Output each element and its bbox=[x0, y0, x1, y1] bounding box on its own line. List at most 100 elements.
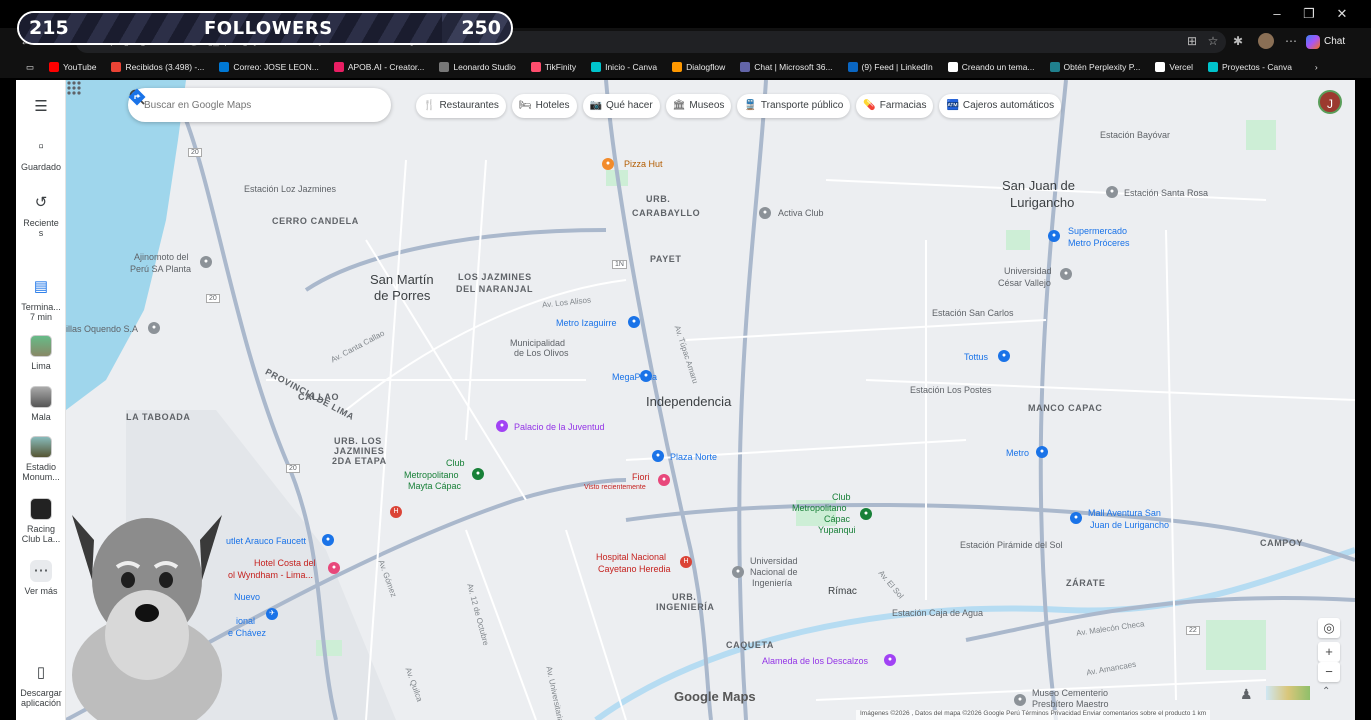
bookmark-item[interactable]: Dialogflow bbox=[672, 62, 734, 72]
poi-label[interactable]: Estación Pirámide del Sol bbox=[960, 540, 1063, 550]
poi-label[interactable]: Club bbox=[832, 492, 851, 502]
museum-pin-icon[interactable]: ● bbox=[1014, 694, 1026, 706]
shop-pin-icon[interactable]: ● bbox=[628, 316, 640, 328]
shop-pin-icon[interactable]: ● bbox=[998, 350, 1010, 362]
bookmark-item[interactable]: YouTube bbox=[49, 62, 105, 72]
poi-label[interactable]: Perú SA Planta bbox=[130, 264, 191, 274]
restore-icon[interactable]: ❐ bbox=[1294, 4, 1324, 24]
poi-label[interactable]: Universidad bbox=[1004, 266, 1052, 276]
poi-label[interactable]: Cayetano Heredia bbox=[598, 564, 671, 574]
poi-label[interactable]: Metropolitano bbox=[792, 503, 847, 513]
poi-label[interactable]: Mall Aventura San bbox=[1088, 508, 1161, 518]
profile-avatar-icon[interactable] bbox=[1258, 33, 1274, 49]
bookmark-item[interactable]: Creando un tema... bbox=[947, 62, 1044, 72]
install-app-icon[interactable]: ⊞ bbox=[1184, 33, 1200, 49]
factory-pin-icon[interactable]: ● bbox=[148, 322, 160, 334]
factory-pin-icon[interactable]: ● bbox=[200, 256, 212, 268]
poi-label[interactable]: Juan de Lurigancho bbox=[1090, 520, 1169, 530]
bookmark-item[interactable]: APOB.AI - Creator... bbox=[333, 62, 434, 72]
poi-label[interactable]: ional bbox=[236, 616, 255, 626]
reading-list-icon[interactable]: ▭ bbox=[26, 62, 43, 73]
bookmark-item[interactable]: TikFinity bbox=[530, 62, 585, 72]
rail-item-terminal[interactable]: ▤ Termina... 7 min bbox=[16, 276, 66, 322]
shop-pin-icon[interactable]: ● bbox=[1048, 230, 1060, 242]
landmark-pin-icon[interactable]: ● bbox=[884, 654, 896, 666]
rail-item-download[interactable]: ▯ Descargar aplicación bbox=[16, 662, 66, 708]
rail-item-racing[interactable]: Racing Club La... bbox=[16, 498, 66, 544]
poi-label[interactable]: Activa Club bbox=[778, 208, 824, 218]
category-chip[interactable]: 🏛 Museos bbox=[665, 94, 732, 118]
poi-label[interactable]: Metro Izaguirre bbox=[556, 318, 617, 328]
poi-label[interactable]: Estación Santa Rosa bbox=[1124, 188, 1208, 198]
poi-label[interactable]: Club bbox=[446, 458, 465, 468]
poi-label[interactable]: Tottus bbox=[964, 352, 988, 362]
pegman-icon[interactable]: ♟ bbox=[1240, 686, 1253, 703]
gym-pin-icon[interactable]: ● bbox=[759, 207, 771, 219]
shop-pin-icon[interactable]: ● bbox=[322, 534, 334, 546]
bookmark-item[interactable]: Chat | Microsoft 36... bbox=[740, 62, 841, 72]
account-avatar[interactable]: J bbox=[1318, 90, 1342, 114]
poi-label[interactable]: Alameda de los Descalzos bbox=[762, 656, 868, 666]
rail-item-recent[interactable]: ↺ Reciente s bbox=[16, 192, 66, 238]
university-pin-icon[interactable]: ● bbox=[732, 566, 744, 578]
airport-pin-icon[interactable]: ✈ bbox=[266, 608, 278, 620]
map-canvas[interactable]: 🍴Restaurantes🛏Hoteles📷Qué hacer🏛Museos🚆T… bbox=[66, 80, 1355, 720]
hospital-pin-icon[interactable]: H bbox=[390, 506, 402, 518]
minimize-icon[interactable]: – bbox=[1262, 4, 1292, 24]
poi-label[interactable]: Nuevo bbox=[234, 592, 260, 602]
rail-item-saved[interactable]: ▫ Guardado bbox=[16, 136, 66, 172]
poi-label[interactable]: Metropolitano bbox=[404, 470, 459, 480]
layers-thumbnail[interactable] bbox=[1266, 686, 1310, 700]
poi-label[interactable]: Metro bbox=[1006, 448, 1029, 458]
poi-label[interactable]: Estación Caja de Agua bbox=[892, 608, 983, 618]
poi-label[interactable]: Estación Los Postes bbox=[910, 385, 992, 395]
poi-label[interactable]: Palacio de la Juventud bbox=[514, 422, 605, 432]
rail-item-lima[interactable]: Lima bbox=[16, 335, 66, 371]
restaurant-pin-icon[interactable]: ● bbox=[602, 158, 614, 170]
poi-label[interactable]: César Vallejo bbox=[998, 278, 1051, 288]
rail-item-estadio[interactable]: Estadio Monum... bbox=[16, 436, 66, 482]
shop-pin-icon[interactable]: ● bbox=[1070, 512, 1082, 524]
bookmark-item[interactable]: Proyectos - Canva bbox=[1208, 62, 1301, 72]
zoom-in-button[interactable]: + bbox=[1318, 642, 1340, 662]
google-apps-icon[interactable] bbox=[66, 80, 82, 96]
station-pin-icon[interactable]: ● bbox=[1106, 186, 1118, 198]
rail-item-mala[interactable]: Mala bbox=[16, 386, 66, 422]
bookmark-item[interactable]: Obtén Perplexity P... bbox=[1049, 62, 1150, 72]
collapse-icon[interactable]: ⌃ bbox=[1322, 686, 1330, 697]
poi-label[interactable]: Mayta Cápac bbox=[408, 481, 461, 491]
poi-label[interactable]: Universidad bbox=[750, 556, 798, 566]
my-location-icon[interactable]: ◎ bbox=[1318, 618, 1340, 638]
poi-label[interactable]: Metro Próceres bbox=[1068, 238, 1130, 248]
poi-label[interactable]: Cápac bbox=[824, 514, 850, 524]
bookmark-item[interactable]: Vercel bbox=[1155, 62, 1202, 72]
extensions-icon[interactable]: ✱ bbox=[1230, 33, 1246, 49]
bookmarks-overflow-icon[interactable]: › bbox=[1315, 62, 1327, 72]
category-chip[interactable]: 🛏 Hoteles bbox=[511, 94, 577, 118]
poi-label[interactable]: e Chávez bbox=[228, 628, 266, 638]
shop-pin-icon[interactable]: ● bbox=[658, 474, 670, 486]
search-box[interactable] bbox=[128, 88, 391, 122]
university-pin-icon[interactable]: ● bbox=[1060, 268, 1072, 280]
directions-icon[interactable] bbox=[128, 88, 146, 106]
poi-label[interactable]: Ajinomoto del bbox=[134, 252, 189, 262]
poi-label[interactable]: Ingeniería bbox=[752, 578, 792, 588]
category-chip[interactable]: 💊 Farmacias bbox=[856, 94, 934, 118]
bookmark-item[interactable]: Inicio - Canva bbox=[591, 62, 666, 72]
poi-label[interactable]: Plaza Norte bbox=[670, 452, 717, 462]
hotel-pin-icon[interactable]: ● bbox=[328, 562, 340, 574]
sports-pin-icon[interactable]: ● bbox=[860, 508, 872, 520]
hospital-pin-icon[interactable]: H bbox=[680, 556, 692, 568]
menu-button[interactable]: ☰ bbox=[16, 96, 66, 122]
bookmark-item[interactable]: Leonardo Studio bbox=[439, 62, 524, 72]
poi-label[interactable]: Municipalidad bbox=[510, 338, 565, 348]
poi-label[interactable]: Hospital Nacional bbox=[596, 552, 666, 562]
poi-label[interactable]: Pizza Hut bbox=[624, 159, 663, 169]
poi-label[interactable]: illas Oquendo S.A bbox=[66, 324, 138, 334]
shop-pin-icon[interactable]: ● bbox=[640, 370, 652, 382]
poi-label[interactable]: Fiori bbox=[632, 472, 650, 482]
landmark-pin-icon[interactable]: ● bbox=[496, 420, 508, 432]
poi-label[interactable]: de Los Olivos bbox=[514, 348, 569, 358]
poi-label[interactable]: utlet Arauco Faucett bbox=[226, 536, 306, 546]
shop-pin-icon[interactable]: ● bbox=[652, 450, 664, 462]
